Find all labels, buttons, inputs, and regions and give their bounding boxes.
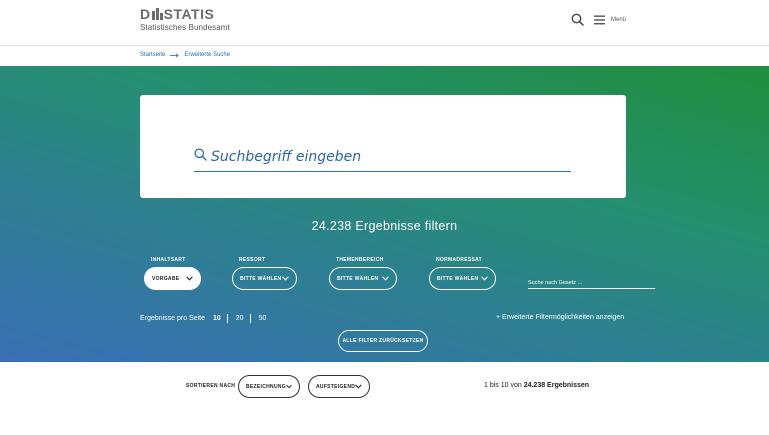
select-value: VORGABE (152, 275, 180, 282)
menu-button[interactable]: Menü (594, 13, 626, 27)
select-value: BITTE WÄHLEN (437, 275, 479, 282)
chevron-down-icon (186, 276, 193, 281)
filter-inhaltsart: INHALTSART VORGABE (144, 257, 201, 290)
select-value: BEZEICHNUNG (246, 383, 286, 390)
filter-ressort: RESSORT BITTE WÄHLEN (232, 257, 297, 290)
sort-order-select[interactable]: AUFSTEIGEND (308, 375, 370, 398)
select-value: BITTE WÄHLEN (240, 275, 282, 282)
law-search-field[interactable] (528, 271, 655, 289)
filter-themenbereich: THEMENBEREICH BITTE WÄHLEN (329, 257, 397, 290)
destatis-logo[interactable]: D STATIS Statistisches Bundesamt (140, 7, 230, 32)
search-field[interactable] (194, 146, 571, 172)
select-value: AUFSTEIGEND (316, 383, 356, 390)
results-per-page: Ergebnisse pro Seite 10 20 50 (140, 314, 266, 323)
result-count-total: 24.238 Ergebnissen (523, 382, 590, 389)
inhaltsart-select[interactable]: VORGABE (144, 267, 201, 290)
ressort-select[interactable]: BITTE WÄHLEN (232, 267, 297, 290)
filter-normadressat: NORMADRESSAT BITTE WÄHLEN (429, 257, 496, 290)
per-page-option-20[interactable]: 20 (236, 315, 244, 322)
divider (226, 314, 228, 323)
breadcrumb-home-link[interactable]: Startseite (140, 52, 165, 58)
search-card (140, 95, 626, 198)
select-value: BITTE WÄHLEN (337, 275, 379, 282)
header-search-button[interactable] (571, 13, 585, 27)
reset-filters-button[interactable]: ALLE FILTER ZURÜCKSETZEN (338, 330, 428, 352)
menu-label: Menü (611, 17, 627, 23)
filter-label: RESSORT (239, 257, 266, 263)
normadressat-select[interactable]: BITTE WÄHLEN (429, 267, 496, 290)
search-icon (194, 148, 207, 161)
logo-prefix: D (140, 6, 151, 22)
result-count: 1 bis 10 von 24.238 Ergebnissen (484, 382, 589, 389)
per-page-option-50[interactable]: 50 (259, 315, 267, 322)
divider (249, 314, 251, 323)
per-page-option-10[interactable]: 10 (213, 315, 221, 322)
arrow-right-icon (170, 52, 179, 58)
search-input[interactable] (211, 149, 551, 165)
site-header: D STATIS Statistisches Bundesamt Menü (0, 0, 769, 46)
extended-filters-link[interactable]: + Erweiterte Filtermöglichkeiten anzeige… (496, 314, 624, 321)
results-filter-title: 24.238 Ergebnisse filtern (311, 219, 458, 233)
filter-label: NORMADRESSAT (436, 257, 483, 263)
chevron-down-icon (282, 276, 289, 281)
law-search-input[interactable] (528, 276, 655, 286)
hamburger-icon (594, 15, 605, 25)
sort-field-select[interactable]: BEZEICHNUNG (238, 375, 300, 398)
chevron-down-icon (382, 276, 389, 281)
filter-label: INHALTSART (151, 257, 186, 263)
chevron-down-icon (355, 384, 362, 389)
logo-wordmark: D STATIS (140, 7, 230, 21)
chevron-down-icon (481, 276, 488, 281)
result-count-prefix: 1 bis 10 von (484, 382, 522, 389)
sort-label: SORTIEREN NACH (186, 383, 236, 389)
breadcrumb: Startseite Erweiterte Suche (140, 52, 230, 58)
filter-label: THEMENBEREICH (336, 257, 384, 263)
chevron-down-icon (286, 384, 292, 389)
themenbereich-select[interactable]: BITTE WÄHLEN (329, 267, 397, 290)
search-icon (571, 13, 584, 26)
logo-bars-icon (151, 8, 163, 20)
per-page-label: Ergebnisse pro Seite (140, 315, 205, 322)
logo-suffix: STATIS (163, 6, 215, 22)
search-hero: 24.238 Ergebnisse filtern INHALTSART VOR… (0, 66, 769, 362)
reset-filters-label: ALLE FILTER ZURÜCKSETZEN (342, 338, 424, 344)
breadcrumb-current[interactable]: Erweiterte Suche (184, 52, 230, 58)
logo-subtitle: Statistisches Bundesamt (140, 23, 230, 32)
